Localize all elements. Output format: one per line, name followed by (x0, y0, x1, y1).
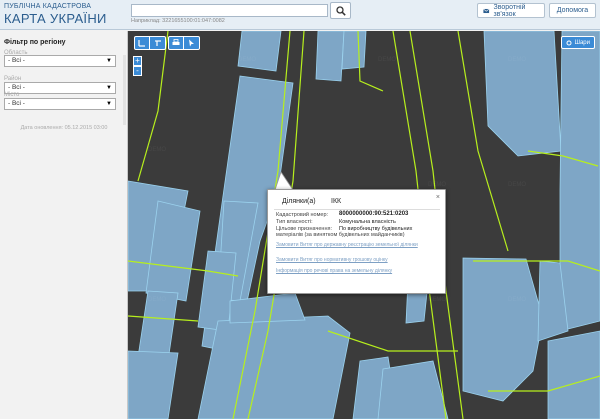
sidebar-scrollbar[interactable] (123, 55, 126, 125)
region-select-value: - Всі - (8, 57, 25, 64)
search-input[interactable] (131, 4, 328, 17)
feedback-button[interactable]: Зворотній зв'язок (477, 3, 545, 18)
help-label: Допомога (556, 7, 589, 14)
cadastral-number-value: 8000000000:90:521:0203 (339, 211, 409, 217)
city-select-value: - Всі - (8, 100, 25, 107)
print-icon (172, 39, 180, 45)
measure-area-button[interactable] (150, 37, 165, 49)
svg-text:DEMO: DEMO (148, 297, 166, 303)
filter-title: Фільтр по регіону (4, 39, 66, 46)
ruler-icon (138, 40, 145, 47)
svg-text:DEMO: DEMO (148, 147, 166, 153)
measure-tools (134, 36, 166, 50)
tab-divider (274, 209, 440, 210)
svg-text:DEMO: DEMO (378, 57, 396, 63)
svg-text:DEMO: DEMO (428, 182, 446, 188)
chevron-down-icon: ▼ (106, 58, 112, 64)
svg-text:DEMO: DEMO (238, 57, 256, 63)
chevron-down-icon: ▼ (106, 101, 112, 107)
select-button[interactable] (184, 37, 199, 49)
print-button[interactable] (169, 37, 184, 49)
tab-ikk[interactable]: ІКК (331, 198, 341, 205)
purpose-value-cont: матеріалів (за винятком будівельних майд… (276, 232, 405, 238)
ownership-value: Комунальна власність (339, 219, 396, 225)
search-hint: Наприклад: 3221655100:01:047:0082 (131, 18, 225, 24)
update-date: Дата оновлення: 05.12.2015 03:00 (20, 125, 108, 131)
order-valuation-link[interactable]: Замовити Витяг про нормативну грошову оц… (276, 257, 426, 263)
layers-button[interactable]: Шари (561, 36, 595, 49)
svg-text:DEMO: DEMO (508, 57, 526, 63)
logo-title[interactable]: КАРТА УКРАЇНИ (4, 11, 107, 26)
svg-text:DEMO: DEMO (508, 297, 526, 303)
tab-parcels[interactable]: Ділянки(а) (282, 198, 316, 205)
cadastral-number-label: Кадастровий номер: (276, 212, 329, 218)
search-button[interactable] (330, 2, 351, 19)
region-select[interactable]: - Всі - ▼ (4, 55, 116, 67)
header: ПУБЛІЧНА КАДАСТРОВА КАРТА УКРАЇНИ Наприк… (0, 0, 600, 30)
zoom-in-button[interactable]: + (133, 56, 142, 66)
district-select[interactable]: - Всі - ▼ (4, 82, 116, 94)
help-button[interactable]: Допомога (549, 3, 596, 18)
svg-text:DEMO: DEMO (508, 182, 526, 188)
city-select[interactable]: - Всі - ▼ (4, 98, 116, 110)
svg-text:DEMO: DEMO (428, 297, 446, 303)
sidebar: Фільтр по регіону Область - Всі - ▼ Райо… (0, 31, 128, 419)
gear-icon (566, 40, 572, 45)
order-registration-link[interactable]: Замовити Витяг про державну реєстрацію з… (276, 242, 426, 248)
area-ruler-icon (154, 40, 161, 46)
ownership-label: Тип власності: (276, 219, 313, 225)
logo-subtitle: ПУБЛІЧНА КАДАСТРОВА (4, 3, 92, 10)
envelope-icon (483, 8, 490, 13)
close-icon[interactable]: × (436, 194, 440, 201)
cursor-icon (188, 39, 194, 47)
parcel-popup: × Ділянки(а) ІКК Кадастровий номер: 8000… (267, 189, 446, 294)
property-rights-link[interactable]: Інформація про речові права на земельну … (276, 268, 426, 274)
layers-label: Шари (574, 39, 590, 46)
feedback-label: Зворотній зв'язок (493, 3, 526, 18)
search-icon (335, 5, 346, 16)
action-tools (168, 36, 200, 50)
district-select-value: - Всі - (8, 84, 25, 91)
chevron-down-icon: ▼ (106, 85, 112, 91)
zoom-out-button[interactable]: - (133, 66, 142, 76)
measure-length-button[interactable] (135, 37, 150, 49)
